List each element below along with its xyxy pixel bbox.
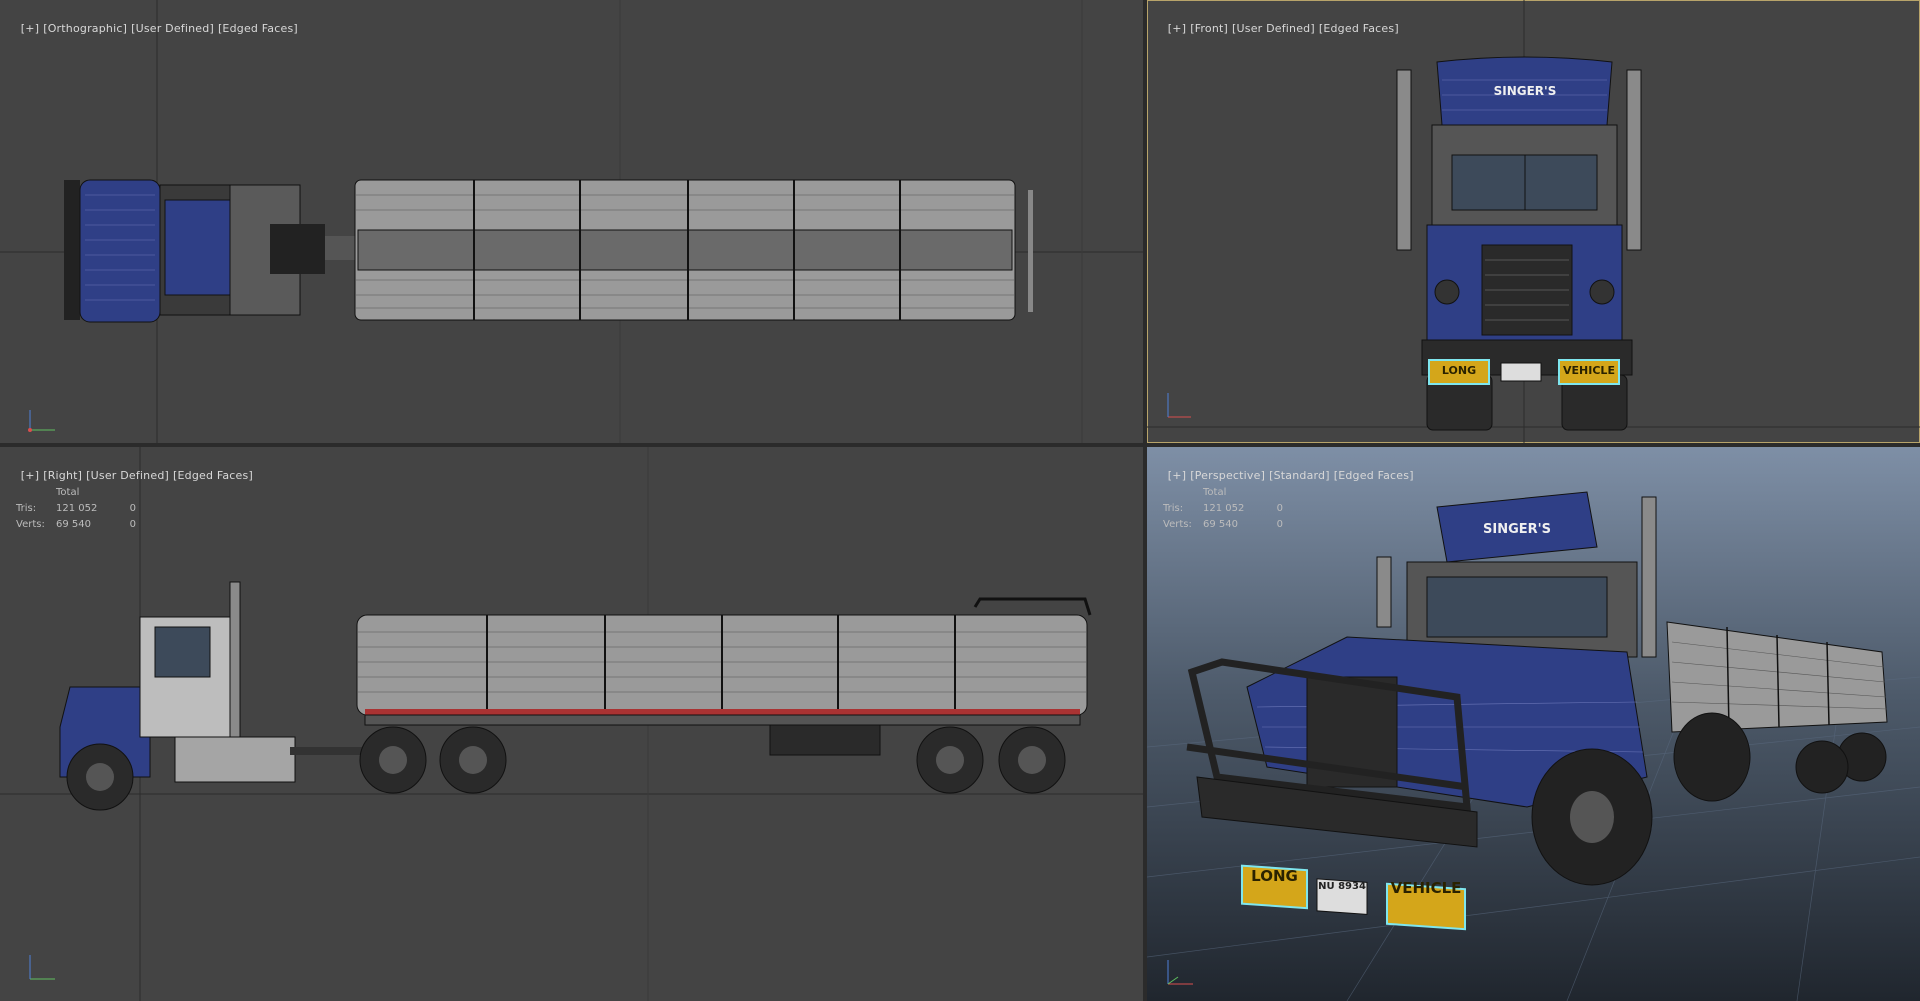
license-plate: NU 8934 — [1318, 881, 1366, 892]
verts-label: Verts: — [1163, 519, 1192, 530]
verts-selected: 0 — [129, 519, 136, 530]
tris-selected: 0 — [1276, 503, 1283, 514]
verts-value: 69 540 — [1203, 519, 1238, 530]
display-mode-label[interactable]: [Edged Faces] — [1334, 469, 1414, 482]
stats-header: Total — [56, 487, 80, 498]
polygon-stats: Total Tris: 121 052 0 Verts: 69 540 0 — [1163, 487, 1283, 535]
viewport-right[interactable]: [+] [Right] [User Defined] [Edged Faces] To… — [0, 447, 1143, 1001]
viewport-menu-button[interactable]: [+] — [21, 469, 39, 482]
tris-label: Tris: — [16, 503, 37, 514]
truck-top-view — [64, 179, 355, 323]
shading-label[interactable]: [User Defined] — [1232, 22, 1315, 35]
polygon-stats: Total Tris: 121 052 0 Verts: 69 540 0 — [16, 487, 136, 535]
view-type-label[interactable]: [Perspective] — [1190, 469, 1265, 482]
display-mode-label[interactable]: [Edged Faces] — [173, 469, 253, 482]
perspective-plate-right: VEHICLE — [1390, 879, 1462, 897]
tris-selected: 0 — [129, 503, 136, 514]
viewport-front[interactable]: [+] [Front] [User Defined] [Edged Faces] SI… — [1147, 0, 1920, 443]
viewport-menu-button[interactable]: [+] — [1168, 22, 1186, 35]
tank-side-view — [356, 597, 1092, 794]
svg-text:SINGER'S: SINGER'S — [1494, 84, 1557, 98]
display-mode-label[interactable]: [Edged Faces] — [218, 22, 298, 35]
view-type-label[interactable]: [Front] — [1190, 22, 1228, 35]
orthographic-scene — [0, 0, 1143, 443]
display-mode-label[interactable]: [Edged Faces] — [1319, 22, 1399, 35]
viewport-menu-button[interactable]: [+] — [21, 22, 39, 35]
shading-label[interactable]: [User Defined] — [86, 469, 169, 482]
front-scene: SINGER'S — [1147, 0, 1920, 443]
viewport-menu-button[interactable]: [+] — [1168, 469, 1186, 482]
perspective-plate-left: LONG — [1251, 867, 1298, 885]
tank-top-view — [354, 179, 1033, 321]
viewport-perspective[interactable]: [+] [Perspective] [Standard] [Edged Faces] … — [1147, 447, 1920, 1001]
verts-selected: 0 — [1276, 519, 1283, 530]
truck-side-view — [59, 581, 380, 811]
shading-label[interactable]: [Standard] — [1269, 469, 1330, 482]
stats-header: Total — [1203, 487, 1227, 498]
tris-label: Tris: — [1163, 503, 1184, 514]
viewport-label-orthographic[interactable]: [+] [Orthographic] [User Defined] [Edged Fa… — [6, 9, 302, 48]
verts-value: 69 540 — [56, 519, 91, 530]
svg-text:SINGER'S: SINGER'S — [1483, 522, 1551, 537]
viewport-orthographic[interactable]: [+] [Orthographic] [User Defined] [Edged Fa… — [0, 0, 1143, 443]
front-plate-right: VEHICLE — [1563, 364, 1615, 377]
verts-label: Verts: — [16, 519, 45, 530]
shading-label[interactable]: [User Defined] — [131, 22, 214, 35]
viewport-label-front[interactable]: [+] [Front] [User Defined] [Edged Faces] — [1153, 9, 1403, 48]
tris-value: 121 052 — [1203, 503, 1245, 514]
front-plate-left: LONG — [1441, 364, 1477, 377]
view-type-label[interactable]: [Right] — [43, 469, 82, 482]
view-type-label[interactable]: [Orthographic] — [43, 22, 127, 35]
right-side-scene — [0, 447, 1143, 1001]
tris-value: 121 052 — [56, 503, 98, 514]
